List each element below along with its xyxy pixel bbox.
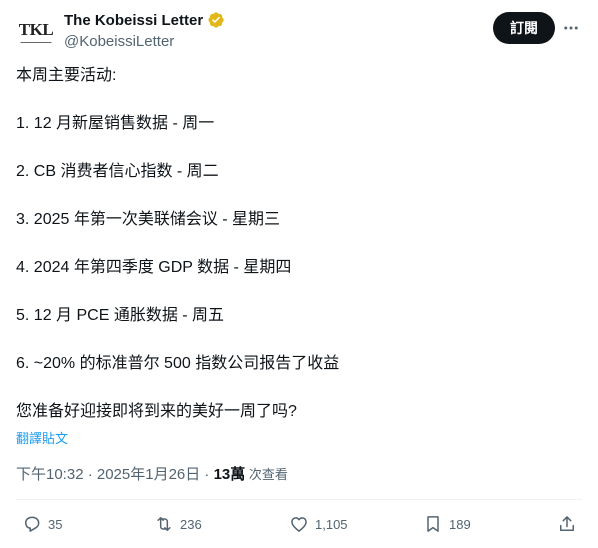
author-name-row: The Kobeissi Letter [64,11,225,29]
tweet-text-line: 本周主要活动: [16,67,117,84]
tweet-text-line: 1. 12 月新屋销售数据 - 周一 [16,115,215,132]
repost-button[interactable]: 236 [154,510,202,538]
views-count[interactable]: 13萬 [214,466,246,483]
more-horizontal-icon[interactable] [561,18,581,38]
share-button[interactable] [557,510,577,538]
divider [16,499,582,500]
heart-icon [291,517,307,532]
bookmark-button[interactable]: 189 [423,510,471,538]
author-display-name[interactable]: The Kobeissi Letter [64,12,203,29]
reply-count: 35 [48,516,63,532]
action-bar: 35 236 1,105 189 [0,510,598,538]
like-count: 1,105 [315,516,348,532]
tweet-text-line: 您准备好迎接即将到来的美好一周了吗? [16,403,297,420]
tweet-text-line: 3. 2025 年第一次美联储会议 - 星期三 [16,211,281,228]
subscribe-button[interactable]: 訂閱 [493,12,555,44]
tweet-text-line: 2. CB 消费者信心指数 - 周二 [16,163,219,180]
repost-count: 236 [180,516,202,532]
bookmark-count: 189 [449,516,471,532]
tweet-meta: 下午10:32 · 2025年1月26日 · 13萬 次查看 [16,463,288,484]
timestamp-link[interactable]: 下午10:32 · 2025年1月26日 · [16,466,214,483]
bookmark-icon [427,516,439,532]
author-handle[interactable]: @KobeissiLetter [64,33,174,50]
repost-icon [157,517,171,531]
verified-badge-icon[interactable] [207,11,225,29]
avatar[interactable]: TKL [16,10,56,50]
share-icon [560,516,574,531]
tweet-text-line: 6. ~20% 的标准普尔 500 指数公司报告了收益 [16,355,340,372]
reply-button[interactable]: 35 [22,510,62,538]
views-label: 次查看 [245,467,288,482]
tweet-card: TKL The Kobeissi Letter @KobeissiLetter … [0,0,598,548]
tweet-text-line: 4. 2024 年第四季度 GDP 数据 - 星期四 [16,259,292,276]
like-button[interactable]: 1,105 [289,510,348,538]
tweet-text-line: 5. 12 月 PCE 通胀数据 - 周五 [16,307,225,324]
tweet-text: 本周主要活动: 1. 12 月新屋销售数据 - 周一 2. CB 消费者信心指数… [16,64,582,424]
avatar-logo-text: TKL [18,20,54,43]
reply-icon [25,516,40,532]
translate-post-link[interactable]: 翻譯貼文 [16,428,68,447]
